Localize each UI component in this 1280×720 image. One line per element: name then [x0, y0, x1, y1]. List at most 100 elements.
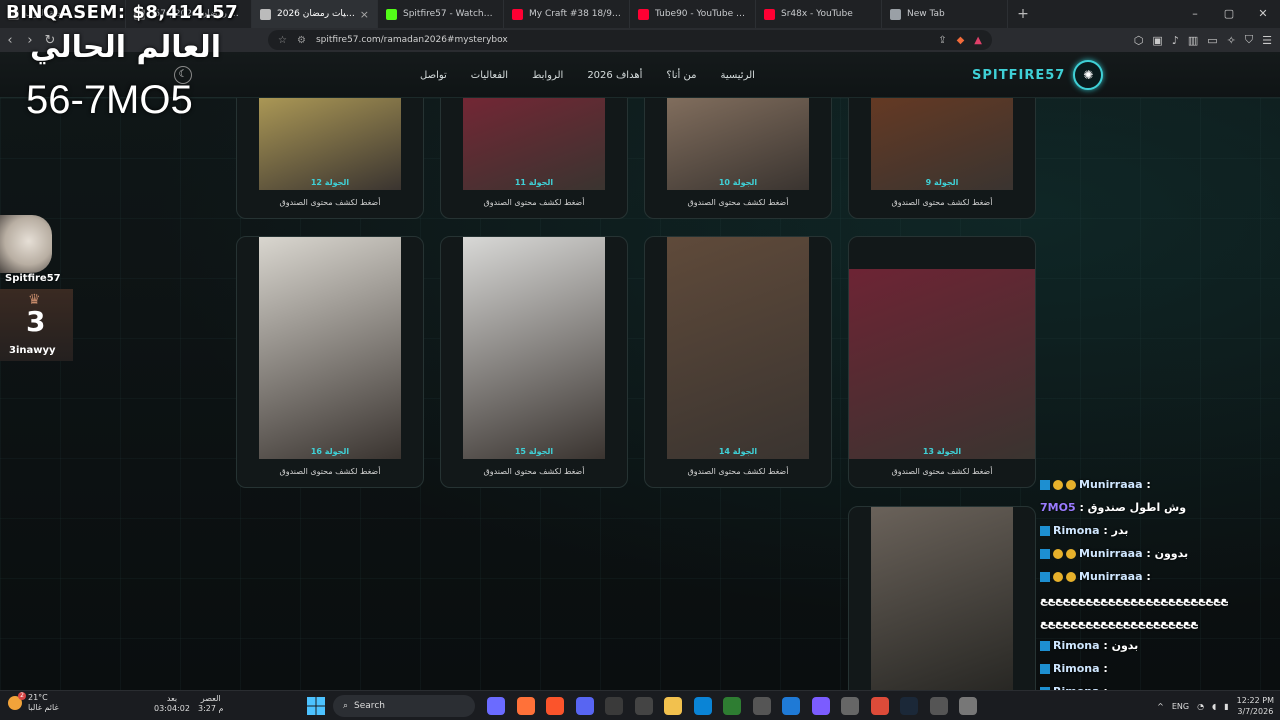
round-label: الجولة 9 [925, 178, 959, 187]
reveal-box-text: أضغط لكشف محتوى الصندوق [483, 198, 585, 207]
wifi-icon[interactable]: ◔ [1197, 702, 1204, 711]
browser-tab[interactable]: New Tab [882, 0, 1008, 28]
site-info-icon[interactable]: ⚙ [297, 35, 306, 46]
tray-chevron-icon[interactable]: ^ [1157, 702, 1164, 711]
mystery-box-card[interactable]: الجولة 13 أضغط لكشف محتوى الصندوق [848, 236, 1036, 488]
browser-tab[interactable]: فعاليات رمضان 2026 | × [252, 0, 378, 28]
mystery-box-card[interactable] [848, 506, 1036, 690]
chat-username[interactable]: Rimona [1053, 639, 1100, 652]
prayer-countdown: بعد 03:04:02 [154, 694, 190, 714]
chrome-icon[interactable] [870, 697, 889, 715]
music-icon[interactable]: ♪ [1172, 34, 1179, 47]
mystery-box-card[interactable]: الجولة 16 أضغط لكشف محتوى الصندوق [236, 236, 424, 488]
box-photo [871, 98, 1013, 190]
vscode-icon[interactable] [693, 697, 712, 715]
nav-goals[interactable]: أهداف 2026 [587, 70, 642, 81]
brave-shield-icon[interactable]: ◆ [957, 35, 965, 46]
extension-icon[interactable]: ⬡ [1134, 34, 1144, 47]
round-label: الجولة 12 [310, 178, 350, 187]
leo-icon[interactable]: ✧ [1227, 34, 1236, 47]
weather-sun-icon: 2 [8, 692, 26, 710]
mystery-box-card[interactable]: الجولة 10 أضغط لكشف محتوى الصندوق [644, 98, 832, 219]
logo-wordmark: SPITFIRE57 [972, 67, 1066, 83]
app-icon[interactable] [723, 697, 741, 715]
chat-username[interactable]: Rimona [1053, 662, 1100, 675]
weather-widget[interactable]: 2 21°C غائم غالبا [8, 692, 59, 713]
maximize-icon[interactable]: ▢ [1212, 0, 1246, 28]
chat-separator: : [1142, 478, 1151, 491]
menu-icon[interactable]: ☰ [1262, 34, 1272, 47]
brave-active-icon[interactable] [811, 697, 830, 715]
chat-separator: : [1099, 524, 1112, 537]
windows-start-icon[interactable] [306, 696, 326, 716]
chat-username[interactable]: Munirraaa [1079, 547, 1143, 560]
nav-home[interactable]: الرئيسية [720, 70, 754, 81]
mystery-box-card[interactable]: الجولة 9 أضغط لكشف محتوى الصندوق [848, 98, 1036, 219]
language-indicator[interactable]: ENG [1172, 702, 1189, 711]
copilot-icon[interactable] [487, 697, 505, 715]
brave-icon[interactable] [546, 697, 564, 715]
app-icon[interactable] [959, 697, 977, 715]
nav-links[interactable]: الروابط [532, 70, 563, 81]
chat-username[interactable]: Munirraaa [1079, 570, 1143, 583]
box-photo [667, 98, 809, 190]
browser-tab[interactable]: Tube90 - YouTube - ابوب [630, 0, 756, 28]
obs-icon[interactable] [605, 697, 623, 715]
prayer-next: العصر 3:27 م [198, 694, 223, 714]
volume-icon[interactable]: ◖ [1212, 702, 1216, 711]
chat-text: بدر [1111, 524, 1129, 537]
vscode-icon[interactable] [782, 697, 800, 715]
round-label: الجولة 15 [514, 447, 554, 456]
firefox-icon[interactable] [516, 697, 535, 715]
browser-tab[interactable]: Sr48x - YouTube [756, 0, 882, 28]
app-icon[interactable] [634, 697, 653, 715]
mystery-box-card[interactable]: الجولة 11 أضغط لكشف محتوى الصندوق [440, 98, 628, 219]
tab-favicon-icon [512, 8, 523, 20]
chat-username[interactable]: 7MO5 [1040, 501, 1076, 514]
clock[interactable]: 12:22 PM 3/7/2026 [1237, 695, 1274, 717]
mystery-box-card[interactable]: الجولة 14 أضغط لكشف محتوى الصندوق [644, 236, 832, 488]
bookmark-icon[interactable]: ☆ [278, 35, 287, 46]
minimize-icon[interactable]: – [1178, 0, 1212, 28]
browser-tab[interactable]: My Craft #38 18/9/2012 [504, 0, 630, 28]
subscriber-badge-icon [1053, 572, 1063, 582]
mystery-box-card[interactable]: الجولة 12 أضغط لكشف محتوى الصندوق [236, 98, 424, 219]
file-explorer-icon[interactable] [664, 697, 682, 715]
chat-message: Rimona : بدر [1040, 524, 1128, 537]
mystery-box-card[interactable]: الجولة 15 أضغط لكشف محتوى الصندوق [440, 236, 628, 488]
prayer-countdown-label: بعد [166, 694, 178, 703]
steam-icon[interactable] [900, 697, 918, 715]
tab-title: فعاليات رمضان 2026 | [277, 9, 356, 19]
app-icon[interactable] [841, 697, 859, 715]
nav-events[interactable]: الفعاليات [471, 70, 508, 81]
sidebar-icon[interactable]: ▥ [1188, 34, 1198, 47]
chat-username[interactable]: Munirraaa [1079, 478, 1143, 491]
share-icon[interactable]: ⇪ [938, 35, 946, 46]
chat-username[interactable]: Rimona [1053, 524, 1100, 537]
site-logo[interactable]: SPITFIRE57 ✺ [972, 60, 1104, 90]
new-tab-icon[interactable]: + [1008, 6, 1038, 22]
dark-mode-icon[interactable]: ☾ [174, 66, 192, 84]
screenshot-icon[interactable]: ▣ [1152, 34, 1162, 47]
discord-icon[interactable] [575, 697, 594, 715]
wallet-icon[interactable]: ▭ [1207, 34, 1217, 47]
nav-contact[interactable]: تواصل [420, 70, 447, 81]
app-icon[interactable] [752, 697, 771, 715]
browser-tab[interactable]: Spitfire57 - Watch clips on [378, 0, 504, 28]
close-window-icon[interactable]: ✕ [1246, 0, 1280, 28]
vpn-icon[interactable]: ⛉ [1245, 33, 1253, 47]
chat-text: بدون [1111, 639, 1139, 652]
battery-icon[interactable]: ▮ [1224, 702, 1228, 711]
search-icon: ⌕ [343, 701, 349, 711]
box-photo [259, 98, 401, 190]
nav-about[interactable]: من أنا؟ [666, 70, 696, 81]
app-icon[interactable] [929, 697, 948, 715]
system-tray: ^ ENG ◔ ◖ ▮ 12:22 PM 3/7/2026 [1157, 691, 1274, 720]
close-tab-icon[interactable]: × [360, 8, 369, 21]
box-photo [667, 237, 809, 459]
taskbar-search-label: Search [354, 701, 385, 711]
taskbar-search[interactable]: ⌕ Search [333, 695, 475, 717]
url-bar[interactable]: ☆ ⚙ spitfire57.com/ramadan2026#mysterybo… [268, 30, 992, 50]
back-icon[interactable]: ‹ [0, 33, 20, 48]
rewards-icon[interactable]: ▲ [974, 35, 982, 46]
